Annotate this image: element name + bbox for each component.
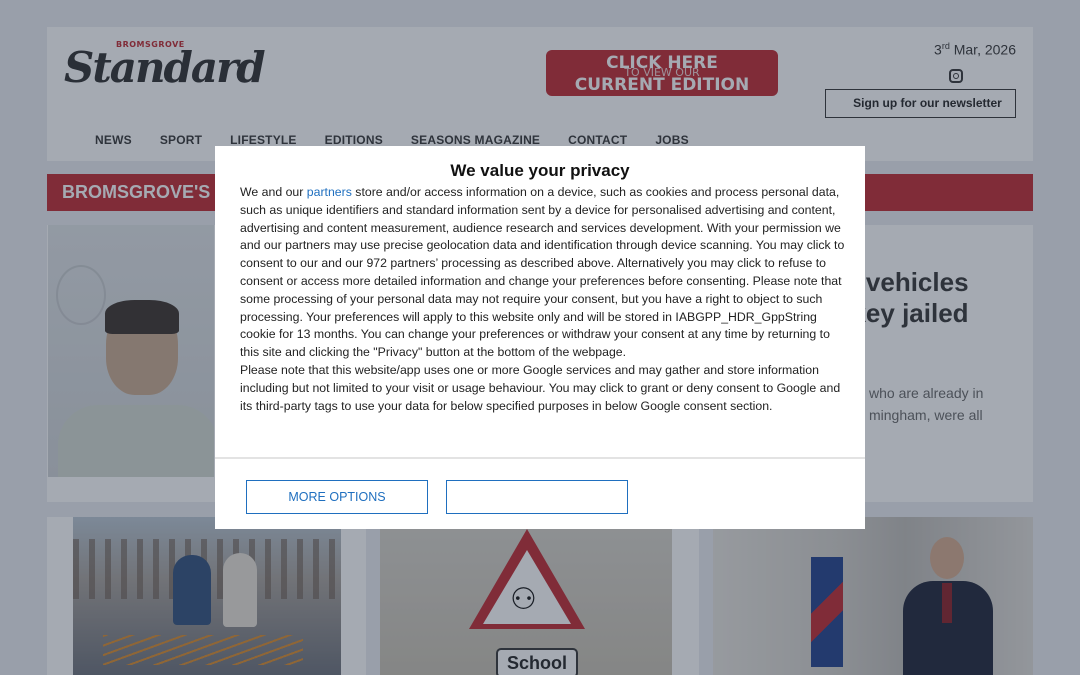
consent-text-a: We and our bbox=[240, 185, 307, 199]
consent-paragraph-1: We and our partners store and/or access … bbox=[240, 184, 845, 362]
consent-text-b: store and/or access information on a dev… bbox=[240, 185, 845, 360]
privacy-consent-dialog: We value your privacy We and our partner… bbox=[215, 146, 865, 529]
consent-action-button[interactable] bbox=[446, 480, 628, 514]
consent-title: We value your privacy bbox=[450, 161, 630, 180]
consent-body: We and our partners store and/or access … bbox=[240, 184, 845, 415]
dialog-divider bbox=[215, 457, 865, 459]
consent-paragraph-2: Please note that this website/app uses o… bbox=[240, 362, 841, 413]
more-options-button[interactable]: MORE OPTIONS bbox=[246, 480, 428, 514]
partners-link[interactable]: partners bbox=[307, 185, 352, 199]
